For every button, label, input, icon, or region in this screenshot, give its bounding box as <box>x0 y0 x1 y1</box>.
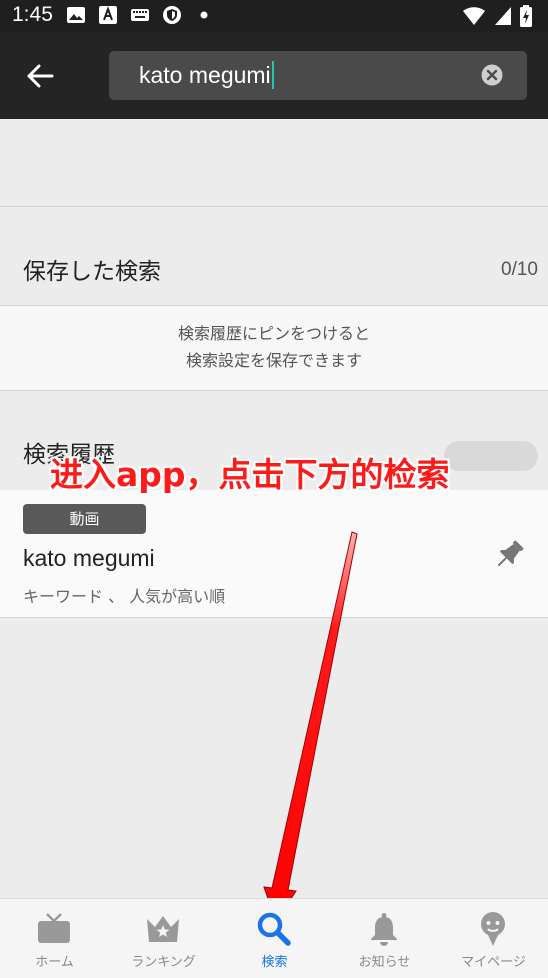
status-time: 1:45 <box>12 3 53 26</box>
nav-search[interactable]: 検索 <box>220 899 329 978</box>
image-icon <box>67 7 85 23</box>
hint-line: 検索設定を保存できます <box>185 351 362 370</box>
nav-home[interactable]: ホーム <box>0 899 109 978</box>
category-badge: 動画 <box>23 504 146 534</box>
history-item-query: kato megumi <box>23 545 155 571</box>
text-caret <box>271 61 274 89</box>
nav-label: マイページ <box>461 955 526 970</box>
pin-icon[interactable] <box>490 536 528 574</box>
hint-line: 検索履歴にピンをつけると <box>177 324 370 343</box>
saved-searches-count: 0/10 <box>501 259 538 280</box>
nav-ranking[interactable]: ランキング <box>109 899 218 978</box>
wifi-icon <box>463 7 485 25</box>
nav-label: お知らせ <box>358 955 411 970</box>
search-icon <box>254 911 294 947</box>
clear-icon[interactable] <box>481 64 503 86</box>
status-notification-icons <box>66 5 226 25</box>
section-divider <box>0 617 548 618</box>
shield-icon <box>163 6 181 24</box>
search-query-text: kato megumi <box>139 62 271 88</box>
back-arrow-icon <box>27 64 54 88</box>
bottom-navigation: ホーム ランキング 検索 お知らせ マイページ <box>0 898 548 978</box>
nav-mypage[interactable]: マイページ <box>439 899 548 978</box>
user-icon <box>473 911 513 947</box>
nav-label: ホーム <box>35 955 74 970</box>
nav-label: 検索 <box>261 955 288 970</box>
nav-label: ランキング <box>131 955 196 970</box>
battery-charging-icon <box>520 5 532 27</box>
crown-icon <box>143 911 183 947</box>
status-system-icons <box>454 5 532 27</box>
search-input[interactable]: kato megumi <box>139 60 274 90</box>
saved-searches-title: 保存した検索 <box>23 259 161 285</box>
nav-notifications[interactable]: お知らせ <box>330 899 439 978</box>
status-bar: 1:45 <box>0 0 548 32</box>
keyboard-icon <box>131 9 149 21</box>
annotation-text: 进入app，点击下方的检索 <box>50 455 450 494</box>
saved-searches-header: 保存した検索 0/10 <box>0 207 548 305</box>
back-button[interactable] <box>22 58 58 94</box>
signal-icon <box>495 7 511 25</box>
history-item-meta: キーワード 、 人気が高い順 <box>23 587 226 606</box>
saved-searches-hint: 検索履歴にピンをつけると 検索設定を保存できます <box>0 306 548 390</box>
bell-icon <box>364 911 404 947</box>
dot-icon <box>200 11 208 19</box>
tv-icon <box>34 911 74 947</box>
text-a-icon <box>99 6 117 24</box>
search-box[interactable]: kato megumi <box>109 51 527 100</box>
history-item[interactable]: 動画 kato megumi キーワード 、 人気が高い順 <box>0 490 548 617</box>
search-app-bar: kato megumi <box>0 32 548 119</box>
history-toggle[interactable] <box>444 441 538 471</box>
